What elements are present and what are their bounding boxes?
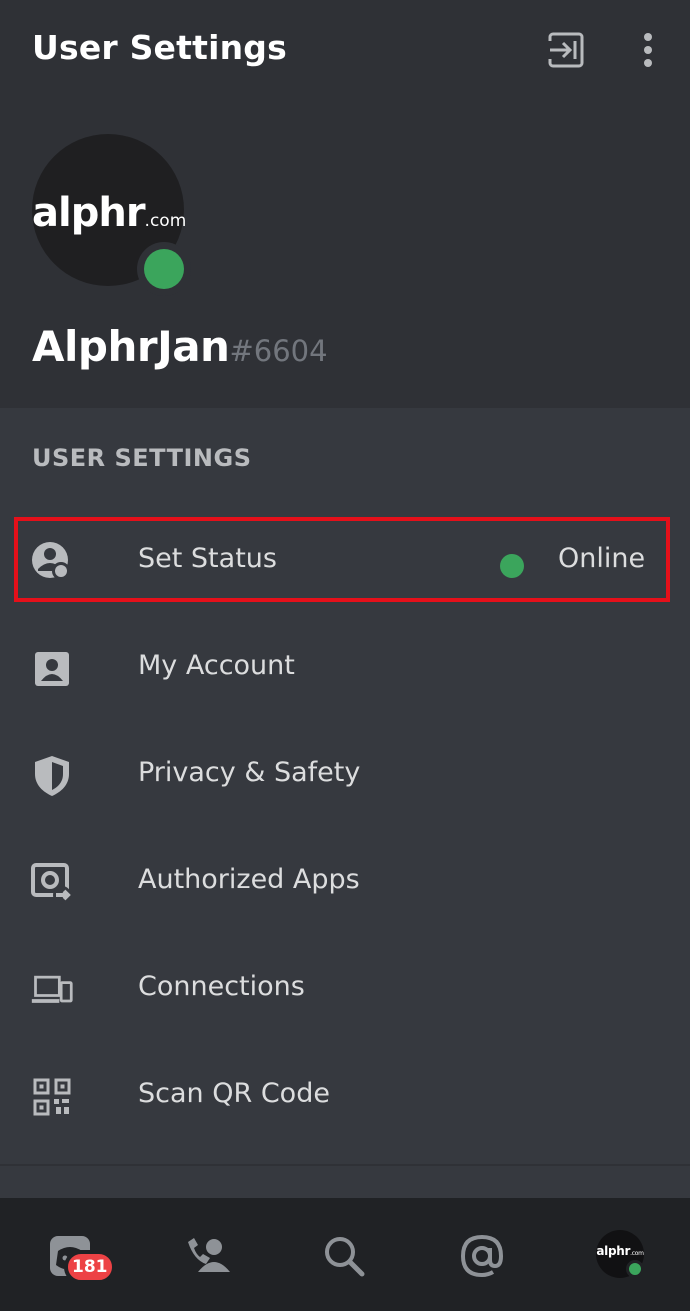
menu-item-set-status[interactable]: Set Status Online (0, 507, 690, 611)
online-status-dot (144, 249, 184, 289)
discriminator: #6604 (229, 334, 328, 368)
status-indicator (137, 242, 191, 296)
nav-home[interactable]: 181 (44, 1230, 116, 1284)
menu-item-label: Set Status (138, 543, 277, 574)
username: AlphrJan#6604 (32, 322, 328, 371)
qr-code-icon (30, 1075, 74, 1119)
menu-item-label: My Account (138, 650, 295, 681)
notification-badge: 181 (64, 1250, 116, 1284)
nav-search[interactable] (318, 1230, 370, 1282)
profile-header: User Settings alphr.com AlphrJan#6604 (0, 0, 690, 408)
nav-friends[interactable] (182, 1230, 234, 1282)
friends-icon (188, 1238, 230, 1272)
online-status-dot (500, 554, 524, 578)
menu-item-my-account[interactable]: My Account (0, 614, 690, 718)
mentions-icon (460, 1234, 504, 1278)
more-vertical-icon (644, 33, 652, 67)
logout-button[interactable] (542, 26, 590, 74)
menu-item-label: Scan QR Code (138, 1078, 330, 1109)
shield-icon (30, 754, 74, 798)
menu-item-label: Authorized Apps (138, 864, 360, 895)
menu-item-label: Privacy & Safety (138, 757, 361, 788)
nav-mentions[interactable] (456, 1230, 508, 1282)
authorized-apps-icon (30, 861, 74, 905)
username-text: AlphrJan (32, 322, 230, 371)
profile-avatar[interactable]: alphr.com (596, 1230, 644, 1278)
avatar-logo: alphr.com (596, 1244, 644, 1258)
status-value: Online (558, 543, 646, 574)
online-status-dot (626, 1260, 644, 1278)
avatar-logo: alphr.com (32, 190, 187, 236)
divider (0, 1164, 690, 1166)
menu-item-connections[interactable]: Connections (0, 935, 690, 1039)
menu-item-privacy-safety[interactable]: Privacy & Safety (0, 721, 690, 825)
menu-item-label: Connections (138, 971, 305, 1002)
devices-icon (30, 968, 74, 1012)
menu-item-authorized-apps[interactable]: Authorized Apps (0, 828, 690, 932)
bottom-nav: 181 (0, 1198, 690, 1311)
account-icon (30, 647, 74, 691)
more-options-button[interactable] (624, 26, 672, 74)
status-icon (30, 540, 74, 584)
menu-item-scan-qr-code[interactable]: Scan QR Code (0, 1042, 690, 1146)
section-label: USER SETTINGS (32, 444, 252, 472)
page-title: User Settings (32, 28, 287, 67)
logout-icon (548, 32, 584, 68)
search-icon (325, 1237, 365, 1277)
